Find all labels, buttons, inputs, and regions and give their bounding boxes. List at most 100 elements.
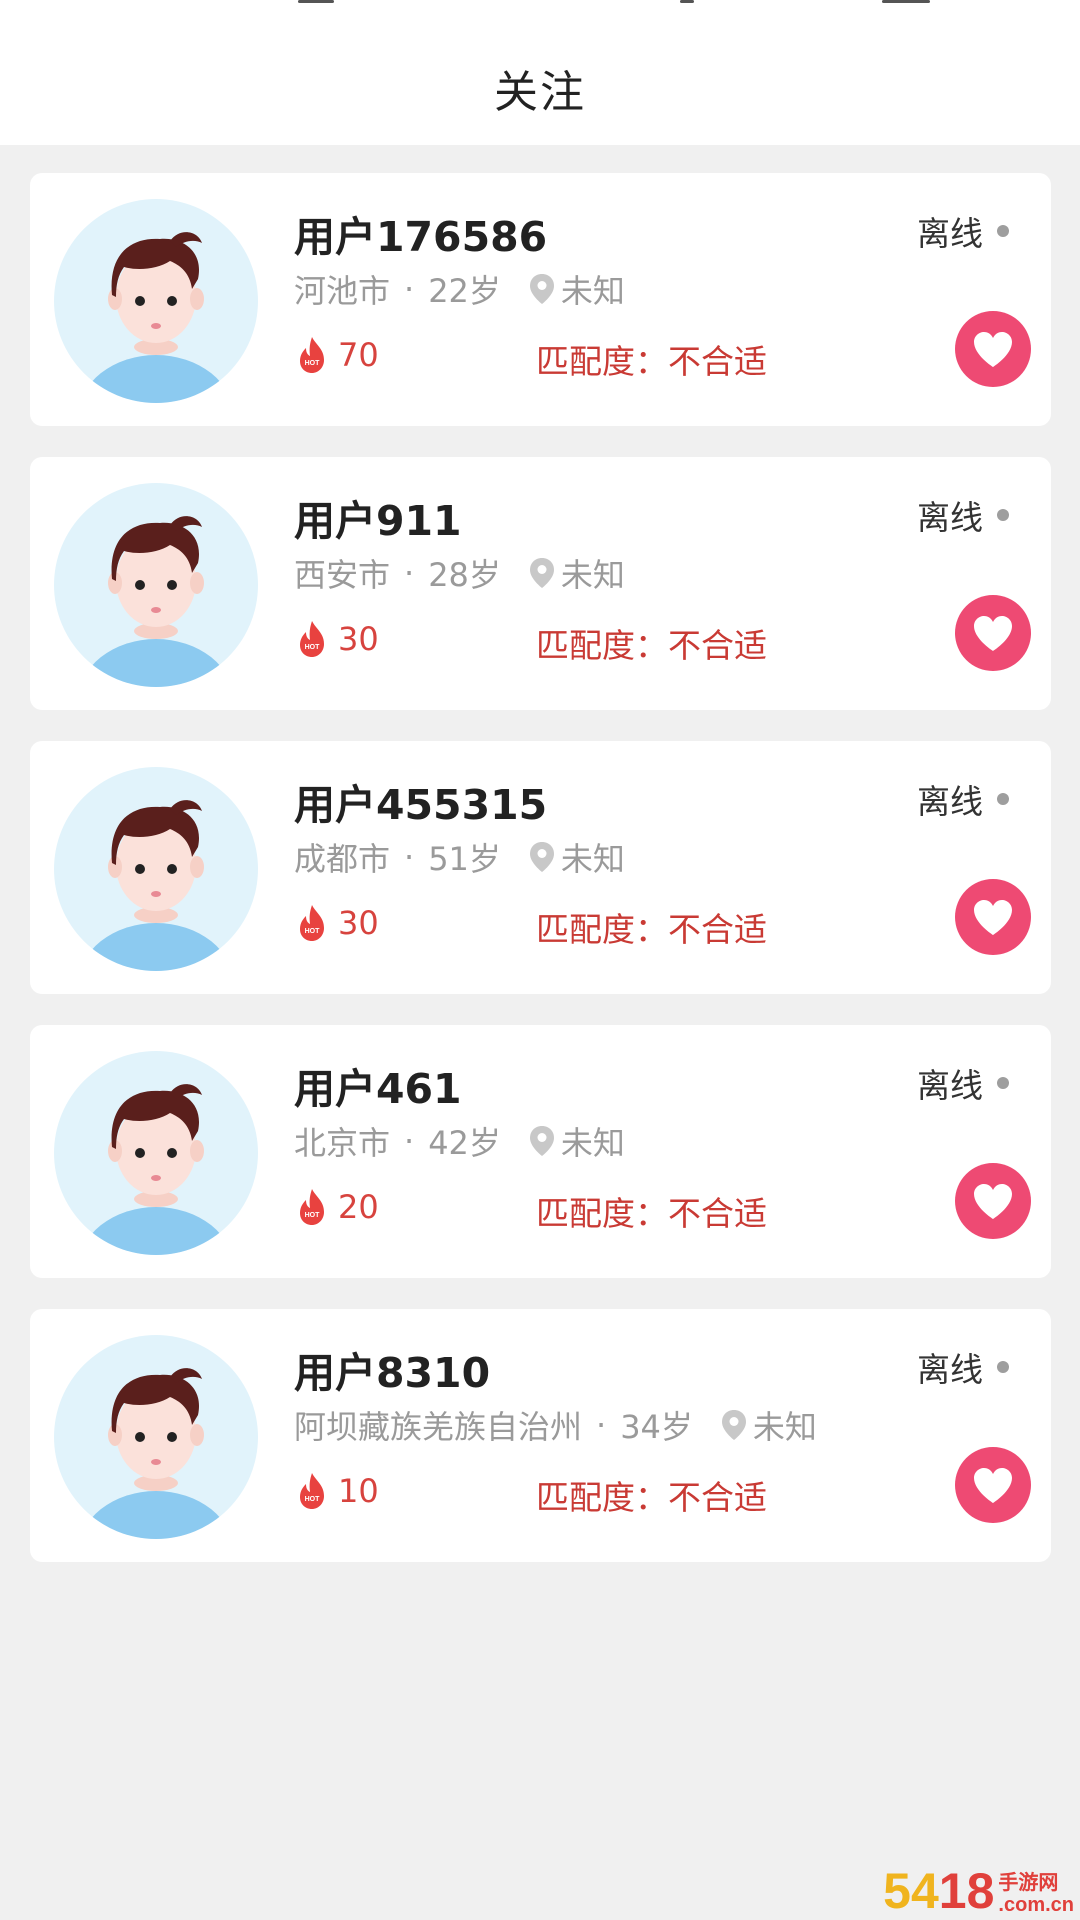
status-text: 离线 bbox=[917, 782, 983, 821]
hot-value: 10 bbox=[338, 1472, 379, 1510]
hot-flame-icon: HOT bbox=[300, 1189, 324, 1225]
user-name: 用户176586 bbox=[294, 213, 548, 261]
online-status: 离线 bbox=[917, 1343, 1009, 1391]
follow-list: 用户176586 河池市 · 22岁 未知 HOT 70 匹配度：不合适 离线 bbox=[30, 173, 1051, 1593]
user-age: 28岁 bbox=[428, 556, 501, 594]
location-pin-icon bbox=[529, 274, 554, 304]
location-pin-icon bbox=[721, 1410, 746, 1440]
user-city: 成都市 bbox=[294, 840, 391, 878]
match-label: 匹配度： bbox=[536, 910, 668, 949]
match-degree: 匹配度：不合适 bbox=[536, 335, 767, 383]
user-card[interactable]: 用户8310 阿坝藏族羌族自治州 · 34岁 未知 HOT 10 匹配度：不合适… bbox=[30, 1309, 1051, 1562]
svg-text:HOT: HOT bbox=[305, 1212, 321, 1219]
hot-score: HOT 30 bbox=[294, 901, 379, 945]
user-info-row: 阿坝藏族羌族自治州 · 34岁 未知 bbox=[294, 1405, 817, 1446]
status-bar-fragment bbox=[298, 0, 334, 3]
match-label: 匹配度： bbox=[536, 626, 668, 665]
match-value: 不合适 bbox=[668, 626, 767, 665]
svg-text:HOT: HOT bbox=[305, 644, 321, 651]
location-pin-icon bbox=[529, 842, 554, 872]
separator-dot: · bbox=[404, 838, 415, 876]
user-location: 未知 bbox=[560, 272, 625, 310]
match-degree: 匹配度：不合适 bbox=[536, 1187, 767, 1235]
user-city: 河池市 bbox=[294, 272, 391, 310]
status-dot bbox=[997, 509, 1009, 521]
status-dot bbox=[997, 225, 1009, 237]
match-label: 匹配度： bbox=[536, 1194, 668, 1233]
online-status: 离线 bbox=[917, 775, 1009, 823]
separator-dot: · bbox=[404, 1122, 415, 1160]
hot-score: HOT 30 bbox=[294, 617, 379, 661]
user-city: 北京市 bbox=[294, 1124, 391, 1162]
status-text: 离线 bbox=[917, 498, 983, 537]
avatar-icon[interactable] bbox=[52, 765, 260, 973]
user-name: 用户455315 bbox=[294, 781, 548, 829]
match-degree: 匹配度：不合适 bbox=[536, 1471, 767, 1519]
status-bar-fragment bbox=[882, 0, 930, 3]
heart-icon bbox=[974, 900, 1012, 935]
heart-icon bbox=[974, 1184, 1012, 1219]
status-bar-fragment bbox=[680, 0, 694, 3]
user-age: 42岁 bbox=[428, 1124, 501, 1162]
user-name: 用户8310 bbox=[294, 1349, 491, 1397]
watermark-text: 手游网 .com.cn bbox=[998, 1872, 1074, 1916]
user-location: 未知 bbox=[560, 840, 625, 878]
status-dot bbox=[997, 1361, 1009, 1373]
like-button[interactable] bbox=[955, 1447, 1031, 1523]
hot-flame-icon: HOT bbox=[300, 621, 324, 657]
status-dot bbox=[997, 1077, 1009, 1089]
match-value: 不合适 bbox=[668, 1478, 767, 1517]
hot-value: 20 bbox=[338, 1188, 379, 1226]
location-pin-icon bbox=[529, 1126, 554, 1156]
separator-dot: · bbox=[596, 1406, 607, 1444]
online-status: 离线 bbox=[917, 491, 1009, 539]
hot-score: HOT 20 bbox=[294, 1185, 379, 1229]
like-button[interactable] bbox=[955, 311, 1031, 387]
like-button[interactable] bbox=[955, 879, 1031, 955]
hot-score: HOT 10 bbox=[294, 1469, 379, 1513]
match-label: 匹配度： bbox=[536, 342, 668, 381]
online-status: 离线 bbox=[917, 1059, 1009, 1107]
hot-value: 70 bbox=[338, 336, 379, 374]
match-degree: 匹配度：不合适 bbox=[536, 619, 767, 667]
svg-text:HOT: HOT bbox=[305, 360, 321, 367]
user-card[interactable]: 用户176586 河池市 · 22岁 未知 HOT 70 匹配度：不合适 离线 bbox=[30, 173, 1051, 426]
like-button[interactable] bbox=[955, 1163, 1031, 1239]
user-card[interactable]: 用户911 西安市 · 28岁 未知 HOT 30 匹配度：不合适 离线 bbox=[30, 457, 1051, 710]
user-city: 西安市 bbox=[294, 556, 391, 594]
hot-score: HOT 70 bbox=[294, 333, 379, 377]
user-info-row: 西安市 · 28岁 未知 bbox=[294, 553, 625, 594]
like-button[interactable] bbox=[955, 595, 1031, 671]
heart-icon bbox=[974, 1468, 1012, 1503]
heart-icon bbox=[974, 332, 1012, 367]
site-watermark: 54 18 手游网 .com.cn bbox=[883, 1866, 1074, 1916]
svg-text:HOT: HOT bbox=[305, 1496, 321, 1503]
status-dot bbox=[997, 793, 1009, 805]
user-age: 51岁 bbox=[428, 840, 501, 878]
top-header: 关注 bbox=[0, 0, 1080, 145]
avatar-icon[interactable] bbox=[52, 1333, 260, 1541]
watermark-logo-accent: 18 bbox=[938, 1863, 995, 1919]
online-status: 离线 bbox=[917, 207, 1009, 255]
user-card[interactable]: 用户455315 成都市 · 51岁 未知 HOT 30 匹配度：不合适 离线 bbox=[30, 741, 1051, 994]
match-value: 不合适 bbox=[668, 1194, 767, 1233]
hot-value: 30 bbox=[338, 620, 379, 658]
match-value: 不合适 bbox=[668, 910, 767, 949]
page-title: 关注 bbox=[494, 67, 586, 118]
match-degree: 匹配度：不合适 bbox=[536, 903, 767, 951]
hot-flame-icon: HOT bbox=[300, 905, 324, 941]
location-pin-icon bbox=[529, 558, 554, 588]
user-location: 未知 bbox=[560, 1124, 625, 1162]
user-card[interactable]: 用户461 北京市 · 42岁 未知 HOT 20 匹配度：不合适 离线 bbox=[30, 1025, 1051, 1278]
avatar-icon[interactable] bbox=[52, 1049, 260, 1257]
status-text: 离线 bbox=[917, 1066, 983, 1105]
user-age: 22岁 bbox=[428, 272, 501, 310]
watermark-logo: 54 bbox=[883, 1863, 939, 1919]
avatar-icon[interactable] bbox=[52, 197, 260, 405]
hot-value: 30 bbox=[338, 904, 379, 942]
user-age: 34岁 bbox=[620, 1408, 693, 1446]
hot-flame-icon: HOT bbox=[300, 1473, 324, 1509]
avatar-icon[interactable] bbox=[52, 481, 260, 689]
user-info-row: 河池市 · 22岁 未知 bbox=[294, 269, 625, 310]
match-value: 不合适 bbox=[668, 342, 767, 381]
